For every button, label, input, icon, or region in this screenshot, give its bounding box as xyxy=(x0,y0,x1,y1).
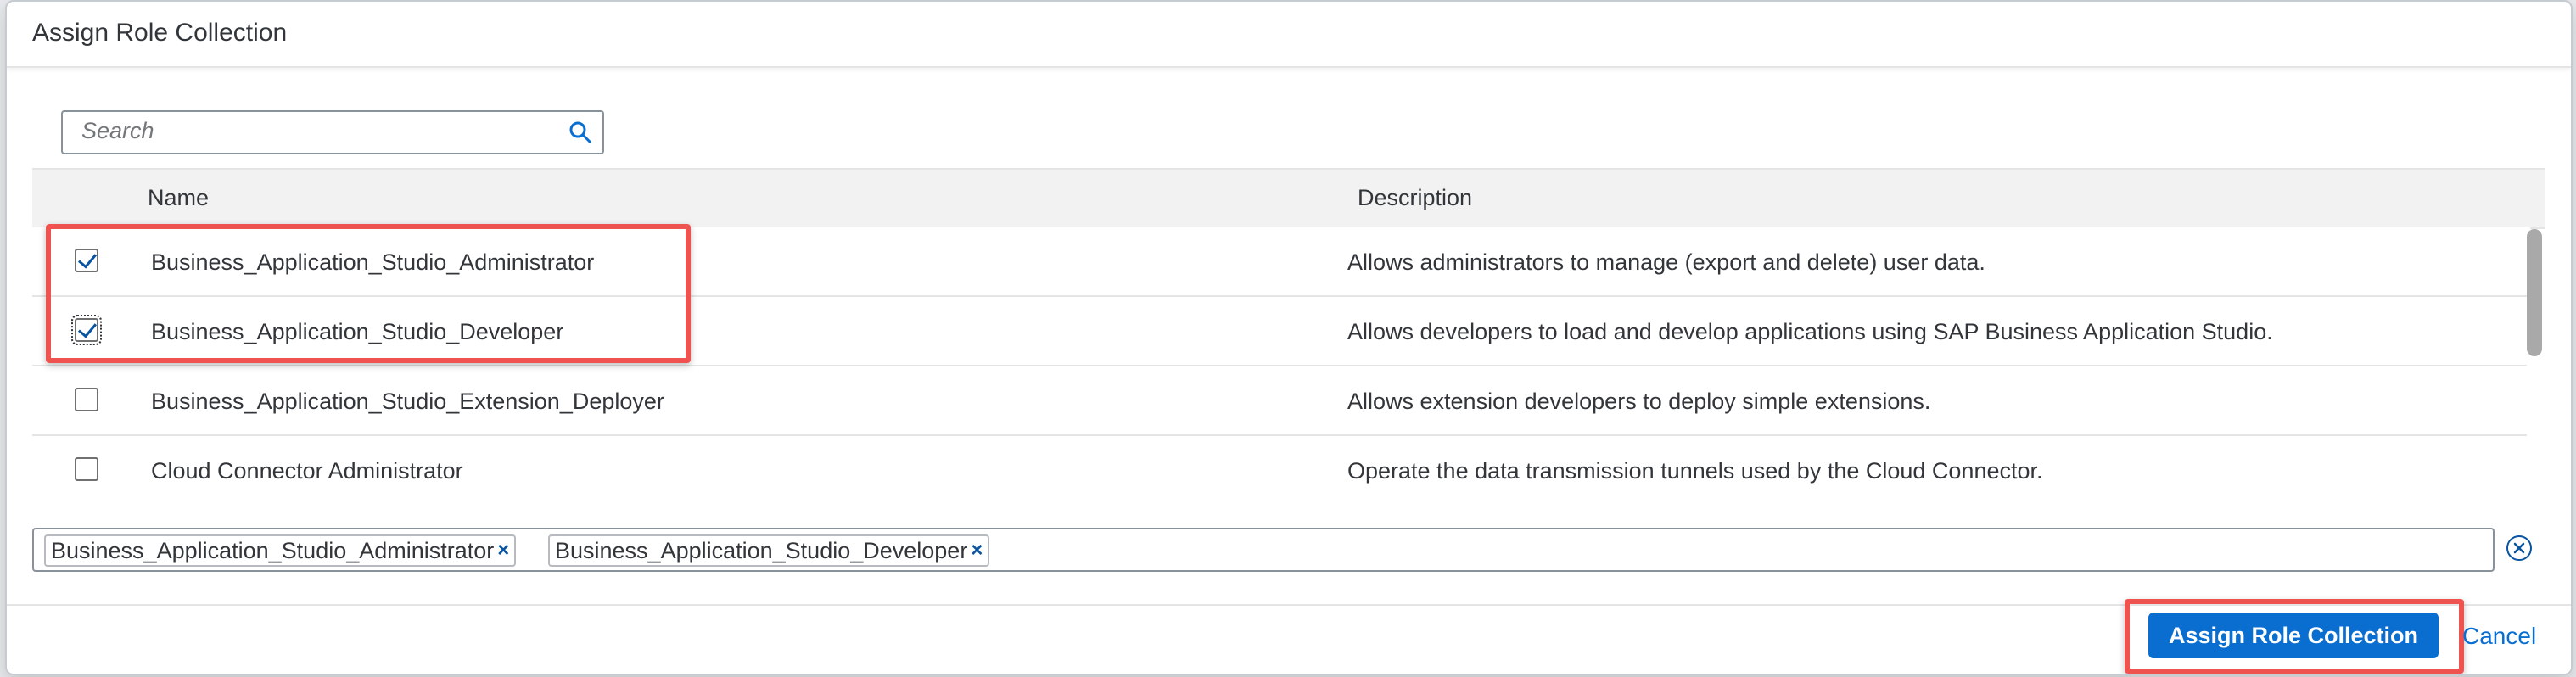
dialog-header: Assign Role Collection xyxy=(7,2,2571,68)
close-icon[interactable]: × xyxy=(971,539,983,562)
table-row[interactable]: Cloud Connector Administrator Operate th… xyxy=(32,436,2530,489)
search-input[interactable] xyxy=(63,112,584,149)
assign-role-collection-dialog: Assign Role Collection Name Description … xyxy=(5,0,2573,675)
table-header: Name Description xyxy=(32,168,2545,229)
row-checkbox[interactable] xyxy=(75,457,98,481)
clear-all-icon[interactable] xyxy=(2506,535,2532,561)
token-label: Business_Application_Studio_Developer xyxy=(555,537,968,563)
token[interactable]: Business_Application_Studio_Administrato… xyxy=(44,534,517,567)
selected-role-tokens[interactable]: Business_Application_Studio_Administrato… xyxy=(32,528,2495,572)
page: Assign Role Collection Name Description … xyxy=(0,0,2576,677)
row-checkbox[interactable] xyxy=(75,388,98,411)
role-name: Business_Application_Studio_Extension_De… xyxy=(151,389,664,414)
column-header-description[interactable]: Description xyxy=(1358,185,1472,211)
assign-role-collection-button[interactable]: Assign Role Collection xyxy=(2148,613,2439,658)
role-description: Operate the data transmission tunnels us… xyxy=(1347,458,2043,484)
cancel-button[interactable]: Cancel xyxy=(2462,623,2536,650)
token-label: Business_Application_Studio_Administrato… xyxy=(51,537,495,563)
table-scrollbar[interactable] xyxy=(2527,229,2542,484)
dialog-title: Assign Role Collection xyxy=(32,19,288,47)
role-description: Allows extension developers to deploy si… xyxy=(1347,389,1931,414)
role-name: Business_Application_Studio_Developer xyxy=(151,319,564,344)
table-row[interactable]: Business_Application_Studio_Extension_De… xyxy=(32,366,2530,436)
search-field[interactable] xyxy=(61,110,604,154)
search-icon[interactable] xyxy=(563,115,597,149)
role-name: Business_Application_Studio_Administrato… xyxy=(151,249,595,275)
table-row[interactable]: Business_Application_Studio_Administrato… xyxy=(32,227,2530,297)
row-checkbox[interactable] xyxy=(71,315,102,345)
scrollbar-thumb[interactable] xyxy=(2527,229,2542,356)
role-name: Cloud Connector Administrator xyxy=(151,458,463,484)
role-collection-table: Name Description Business_Application_St… xyxy=(32,168,2545,489)
table-row[interactable]: Business_Application_Studio_Developer Al… xyxy=(32,297,2530,366)
role-description: Allows developers to load and develop ap… xyxy=(1347,319,2273,344)
column-header-name[interactable]: Name xyxy=(148,185,209,211)
row-checkbox[interactable] xyxy=(75,249,98,272)
close-icon[interactable]: × xyxy=(497,539,509,562)
role-description: Allows administrators to manage (export … xyxy=(1347,249,1985,275)
token[interactable]: Business_Application_Studio_Developer × xyxy=(548,534,990,567)
